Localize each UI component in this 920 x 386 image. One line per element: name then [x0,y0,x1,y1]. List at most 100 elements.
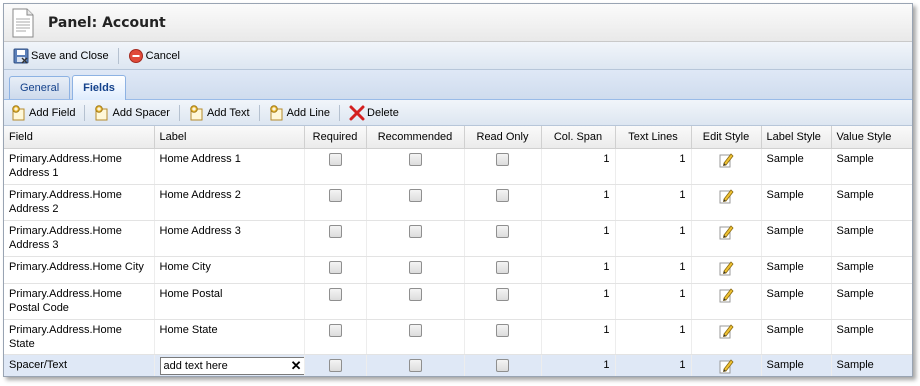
read-only-checkbox[interactable] [496,152,509,166]
text-lines-cell[interactable]: 1 [615,354,692,376]
column-header-label[interactable]: Label [154,126,305,149]
text-lines-cell[interactable]: 1 [615,256,692,284]
col-span-cell[interactable]: 1 [541,283,616,320]
label-style-cell[interactable]: Sample [761,148,832,185]
add-field-label: Add Field [29,106,76,119]
label-cell[interactable]: Home Postal [154,283,305,320]
col-span-cell[interactable]: 1 [541,319,616,355]
label-cell[interactable]: Home State [154,319,305,355]
text-lines-cell[interactable]: 1 [615,283,692,320]
label-style-cell[interactable]: Sample [761,319,832,355]
required-checkbox[interactable] [328,323,342,337]
add-field-button[interactable]: Add Field [8,102,78,124]
column-header-read-only[interactable]: Read Only [464,126,542,149]
table-row[interactable]: Primary.Address.Home City Home City 1 1 Samp… [4,256,912,284]
required-checkbox[interactable] [328,152,342,166]
field-cell[interactable]: Primary.Address.Home Address 1 [4,148,155,185]
tab-fields[interactable]: Fields [72,75,126,100]
field-cell[interactable]: Primary.Address.Home Address 3 [4,220,155,257]
table-row[interactable]: Primary.Address.Home Address 2 Home Addre… [4,184,912,221]
table-row[interactable]: Spacer/Text add text here ✕ 1 1 Sample Sample [4,354,912,376]
add-spacer-button[interactable]: Add Spacer [91,102,172,124]
label-text-input[interactable]: add text here ✕ [159,356,306,375]
label-cell[interactable]: Home City [154,256,305,284]
text-lines-cell[interactable]: 1 [615,184,692,221]
field-cell[interactable]: Primary.Address.Home City [4,256,155,284]
column-header-label-style[interactable]: Label Style [761,126,832,149]
clear-icon[interactable]: ✕ [291,359,302,372]
column-header-field[interactable]: Field [4,126,155,149]
read-only-checkbox[interactable] [496,188,509,202]
label-style-cell[interactable]: Sample [761,283,832,320]
text-lines-cell[interactable]: 1 [615,319,692,355]
table-row[interactable]: Primary.Address.Home Address 1 Home Addre… [4,148,912,185]
required-cell [304,283,367,320]
value-style-cell[interactable]: Sample [831,148,912,185]
pencil-edit-icon[interactable] [718,152,734,168]
label-style-cell[interactable]: Sample [761,220,832,257]
value-style-cell[interactable]: Sample [831,220,912,257]
field-cell[interactable]: Spacer/Text [4,354,155,376]
required-checkbox[interactable] [328,224,342,238]
column-header-col-span[interactable]: Col. Span [541,126,616,149]
required-checkbox[interactable] [328,287,342,301]
required-checkbox[interactable] [328,188,342,202]
recommended-checkbox[interactable] [408,152,422,166]
column-header-required[interactable]: Required [304,126,367,149]
required-cell [304,354,367,376]
add-text-button[interactable]: Add Text [186,102,253,124]
recommended-checkbox[interactable] [408,224,422,238]
read-only-checkbox[interactable] [496,224,509,238]
col-span-cell[interactable]: 1 [541,184,616,221]
table-row[interactable]: Primary.Address.Home Postal Code Home Pos… [4,283,912,320]
value-style-cell[interactable]: Sample [831,319,912,355]
table-row[interactable]: Primary.Address.Home Address 3 Home Addre… [4,220,912,257]
col-span-cell[interactable]: 1 [541,256,616,284]
pencil-edit-icon[interactable] [718,287,734,303]
field-cell[interactable]: Primary.Address.Home Postal Code [4,283,155,320]
recommended-checkbox[interactable] [408,260,422,274]
pencil-edit-icon[interactable] [718,323,734,339]
pencil-edit-icon[interactable] [718,260,734,276]
recommended-checkbox[interactable] [408,188,422,202]
text-lines-cell[interactable]: 1 [615,220,692,257]
read-only-checkbox[interactable] [496,358,509,372]
read-only-checkbox[interactable] [496,260,509,274]
value-style-cell[interactable]: Sample [831,184,912,221]
recommended-checkbox[interactable] [408,358,422,372]
value-style-cell[interactable]: Sample [831,354,912,376]
col-span-cell[interactable]: 1 [541,220,616,257]
column-header-value-style[interactable]: Value Style [831,126,912,149]
label-cell[interactable]: Home Address 3 [154,220,305,257]
add-line-button[interactable]: Add Line [266,102,333,124]
column-header-text-lines[interactable]: Text Lines [615,126,692,149]
save-and-close-button[interactable]: Save and Close [10,45,112,67]
field-cell[interactable]: Primary.Address.Home Address 2 [4,184,155,221]
text-lines-cell[interactable]: 1 [615,148,692,185]
label-cell[interactable]: Home Address 2 [154,184,305,221]
required-checkbox[interactable] [328,358,342,372]
cancel-button[interactable]: Cancel [125,45,183,67]
pencil-edit-icon[interactable] [718,224,734,240]
column-header-recommended[interactable]: Recommended [366,126,465,149]
tab-general[interactable]: General [9,76,71,99]
table-row[interactable]: Primary.Address.Home State Home State 1 1 Sa… [4,319,912,355]
required-checkbox[interactable] [328,260,342,274]
pencil-edit-icon[interactable] [718,188,734,204]
read-only-checkbox[interactable] [496,287,509,301]
recommended-checkbox[interactable] [408,287,422,301]
col-span-cell[interactable]: 1 [541,148,616,185]
read-only-checkbox[interactable] [496,323,509,337]
label-style-cell[interactable]: Sample [761,184,832,221]
label-style-cell[interactable]: Sample [761,256,832,284]
col-span-cell[interactable]: 1 [541,354,616,376]
column-header-edit-style[interactable]: Edit Style [691,126,762,149]
label-style-cell[interactable]: Sample [761,354,832,376]
value-style-cell[interactable]: Sample [831,283,912,320]
label-cell[interactable]: Home Address 1 [154,148,305,185]
pencil-edit-icon[interactable] [718,358,734,374]
value-style-cell[interactable]: Sample [831,256,912,284]
recommended-checkbox[interactable] [408,323,422,337]
field-cell[interactable]: Primary.Address.Home State [4,319,155,355]
delete-button[interactable]: Delete [346,102,402,124]
